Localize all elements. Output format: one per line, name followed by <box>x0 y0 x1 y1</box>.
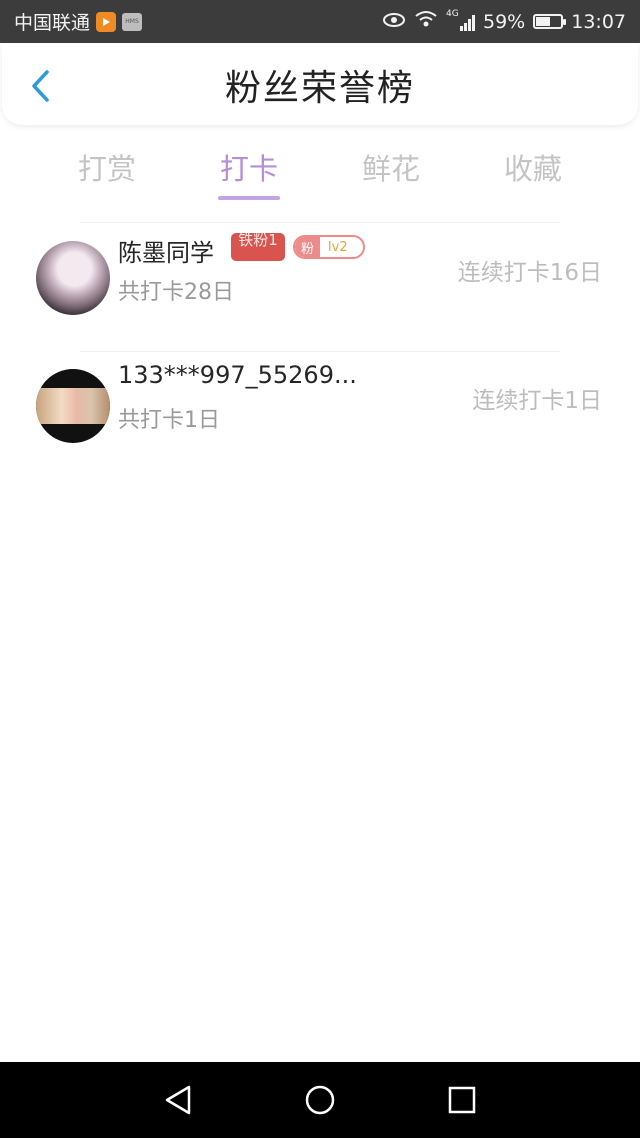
battery-level <box>536 17 551 26</box>
eye-icon <box>382 11 406 33</box>
status-right: 4G 59% 13:07 <box>382 0 626 43</box>
battery-icon <box>533 14 567 29</box>
total-checkins: 共打卡1日 <box>118 408 220 433</box>
carrier-label: 中国联通 <box>14 12 91 34</box>
page-title: 粉丝荣誉榜 <box>224 67 415 109</box>
nav-home-button[interactable] <box>300 1080 340 1120</box>
avatar[interactable] <box>36 241 110 315</box>
status-left: 中国联通 HMS <box>14 0 143 43</box>
hms-icon: HMS <box>122 12 143 31</box>
status-bar: 中国联通 HMS 4G 59% 13:07 <box>0 0 640 43</box>
nav-back-button[interactable] <box>158 1080 198 1120</box>
list-item[interactable]: 陈墨同学 铁粉1 粉 lv2 共打卡28日 连续打卡16日 <box>0 229 640 339</box>
triangle-back-icon <box>165 1085 191 1115</box>
avatar[interactable] <box>36 369 110 443</box>
streak-checkins: 连续打卡1日 <box>472 388 602 414</box>
wifi-icon <box>414 10 438 33</box>
streak-checkins: 连续打卡16日 <box>457 260 602 286</box>
fan-badge-level: lv2 <box>328 239 348 255</box>
fan-title-badge: 铁粉1 <box>231 233 285 261</box>
video-app-icon <box>96 11 117 32</box>
total-checkins: 共打卡28日 <box>118 280 234 305</box>
clock: 13:07 <box>571 10 626 33</box>
circle-home-icon <box>305 1085 335 1115</box>
fan-badge-label: 粉 <box>295 237 321 257</box>
tab-reward[interactable]: 打赏 <box>36 140 178 204</box>
battery-percent: 59% <box>483 10 526 33</box>
avatar-image <box>36 388 110 424</box>
network-type-label: 4G <box>446 8 459 19</box>
list-item[interactable]: 133***997_55269... 共打卡1日 连续打卡1日 <box>0 357 640 467</box>
tab-favorites[interactable]: 收藏 <box>462 140 604 204</box>
user-name: 陈墨同学 <box>118 239 214 267</box>
divider <box>80 222 560 223</box>
square-recents-icon <box>448 1086 476 1114</box>
tab-checkin[interactable]: 打卡 <box>178 140 320 204</box>
system-nav-bar <box>0 1062 640 1138</box>
fan-level-badge: 粉 lv2 <box>293 235 365 259</box>
user-name: 133***997_55269... <box>118 361 357 389</box>
tab-bar: 打赏 打卡 鲜花 收藏 <box>36 140 604 204</box>
tab-flowers[interactable]: 鲜花 <box>320 140 462 204</box>
nav-recents-button[interactable] <box>442 1080 482 1120</box>
page-header: 粉丝荣誉榜 <box>2 44 638 125</box>
divider <box>80 351 560 352</box>
signal-icon: 4G <box>446 9 475 31</box>
